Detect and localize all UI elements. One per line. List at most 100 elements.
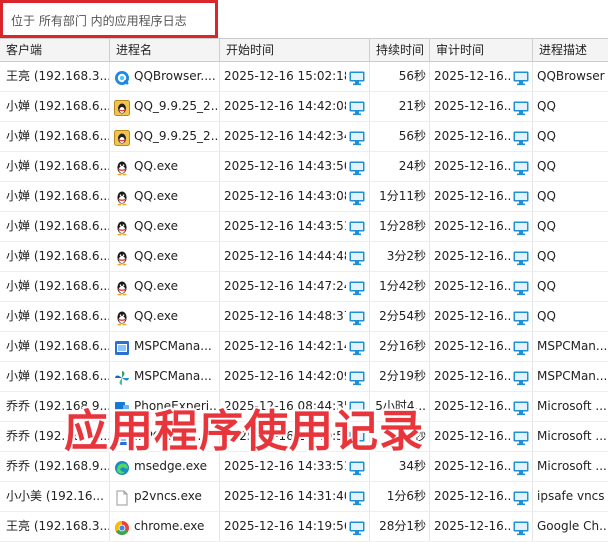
screen-monitor-icon[interactable]	[513, 188, 529, 206]
process-name: QQ.exe	[134, 309, 178, 323]
screen-monitor-icon[interactable]	[513, 368, 529, 386]
screen-monitor-icon[interactable]	[349, 98, 365, 116]
table-row[interactable]: 小婵 (192.168.6... QQ.exe 2025-12-16 14:44:4…	[0, 242, 608, 272]
screen-monitor-icon[interactable]	[513, 428, 529, 446]
audit-time: 2025-12-16...	[434, 69, 512, 83]
cell-process-desc: Microsoft ...	[537, 399, 607, 413]
process-name: QQ_9.9.25_2...	[134, 129, 220, 143]
screen-monitor-icon[interactable]	[513, 488, 529, 506]
cell-audit-time: 2025-12-16...	[430, 62, 533, 91]
client-name: 小婵 (192.168.6...	[6, 369, 110, 383]
cell-duration: 1分42秒	[370, 272, 430, 301]
process-name: QQBrowser....	[134, 69, 216, 83]
audit-time: 2025-12-16...	[434, 219, 512, 233]
screen-monitor-icon[interactable]	[513, 278, 529, 296]
screen-monitor-icon[interactable]	[349, 308, 365, 326]
cell-process-desc: QQ	[537, 279, 556, 293]
cell-client: 王亮 (192.168.3...	[0, 62, 110, 91]
client-name: 小婵 (192.168.6...	[6, 339, 110, 353]
table-row[interactable]: 小婵 (192.168.6... MSPCMana... 2025-12-16 14…	[0, 362, 608, 392]
table-row[interactable]: 王亮 (192.168.3... chrome.exe 2025-12-16 14:…	[0, 512, 608, 542]
start-time: 2025-12-16 14:42:14	[224, 339, 346, 353]
screen-monitor-icon[interactable]	[513, 248, 529, 266]
cell-audit-time: 2025-12-16...	[430, 482, 533, 511]
cell-process: chrome.exe	[110, 512, 220, 541]
client-name: 小婵 (192.168.6...	[6, 309, 110, 323]
table-row[interactable]: 小婵 (192.168.6... QQ_9.9.25_2... 2025-12-16…	[0, 122, 608, 152]
screen-monitor-icon[interactable]	[349, 128, 365, 146]
column-start-time[interactable]: 开始时间	[220, 39, 370, 61]
cell-duration: 1分28秒	[370, 212, 430, 241]
screen-monitor-icon[interactable]	[513, 68, 529, 86]
table-header: 客户端 进程名 开始时间 持续时间 审计时间 进程描述	[0, 38, 608, 62]
screen-monitor-icon[interactable]	[513, 398, 529, 416]
qq-installer-icon	[114, 98, 130, 116]
qq-penguin-icon	[114, 188, 130, 205]
column-duration[interactable]: 持续时间	[370, 39, 430, 61]
cell-audit-time: 2025-12-16...	[430, 212, 533, 241]
column-process[interactable]: 进程名	[110, 39, 220, 61]
start-time: 2025-12-16 14:43:50	[224, 159, 346, 173]
cell-client: 王亮 (192.168.3...	[0, 512, 110, 541]
cell-process: QQBrowser....	[110, 62, 220, 91]
cell-process-desc: QQ	[537, 189, 556, 203]
screen-monitor-icon[interactable]	[513, 218, 529, 236]
audit-time: 2025-12-16...	[434, 369, 512, 383]
column-client[interactable]: 客户端	[0, 39, 110, 61]
cell-audit-time: 2025-12-16...	[430, 392, 533, 421]
cell-duration: 56秒	[370, 122, 430, 151]
cell-process-desc: QQ	[537, 249, 556, 263]
column-audit-time[interactable]: 审计时间	[430, 39, 533, 61]
table-row[interactable]: 小婵 (192.168.6... QQ_9.9.25_2... 2025-12-16…	[0, 92, 608, 122]
cell-client: 小婵 (192.168.6...	[0, 242, 110, 271]
screen-monitor-icon[interactable]	[349, 458, 365, 476]
qq-penguin-icon	[114, 308, 130, 325]
overlay-caption: 应用程序使用记录	[64, 406, 424, 457]
cell-process: QQ.exe	[110, 272, 220, 301]
screen-monitor-icon[interactable]	[513, 338, 529, 356]
process-name: QQ_9.9.25_2...	[134, 99, 220, 113]
client-name: 小婵 (192.168.6...	[6, 219, 110, 233]
screen-monitor-icon[interactable]	[513, 158, 529, 176]
screen-monitor-icon[interactable]	[349, 338, 365, 356]
screen-monitor-icon[interactable]	[349, 188, 365, 206]
screen-monitor-icon[interactable]	[513, 98, 529, 116]
table-row[interactable]: 王亮 (192.168.3... QQBrowser.... 2025-12-16 …	[0, 62, 608, 92]
cell-audit-time: 2025-12-16...	[430, 362, 533, 391]
process-name: MSPCMana...	[134, 339, 212, 353]
screen-monitor-icon[interactable]	[513, 518, 529, 536]
audit-time: 2025-12-16...	[434, 129, 512, 143]
client-name: 小婵 (192.168.6...	[6, 159, 110, 173]
screen-monitor-icon[interactable]	[349, 518, 365, 536]
client-name: 王亮 (192.168.3...	[6, 519, 110, 533]
process-name: MSPCMana...	[134, 369, 212, 383]
screen-monitor-icon[interactable]	[349, 218, 365, 236]
screen-monitor-icon[interactable]	[349, 278, 365, 296]
screen-monitor-icon[interactable]	[513, 128, 529, 146]
screen-monitor-icon[interactable]	[349, 68, 365, 86]
table-row[interactable]: 小婵 (192.168.6... QQ.exe 2025-12-16 14:43:5…	[0, 212, 608, 242]
cell-process: MSPCMana...	[110, 332, 220, 361]
cell-audit-time: 2025-12-16...	[430, 422, 533, 451]
table-row[interactable]: 小婵 (192.168.6... QQ.exe 2025-12-16 14:48:3…	[0, 302, 608, 332]
screen-monitor-icon[interactable]	[349, 248, 365, 266]
table-row[interactable]: 小婵 (192.168.6... QQ.exe 2025-12-16 14:43:5…	[0, 152, 608, 182]
table-row[interactable]: 小婵 (192.168.6... QQ.exe 2025-12-16 14:47:2…	[0, 272, 608, 302]
cell-process: QQ_9.9.25_2...	[110, 122, 220, 151]
screen-monitor-icon[interactable]	[513, 458, 529, 476]
column-process-desc[interactable]: 进程描述	[533, 39, 608, 61]
cell-process-desc: QQ	[537, 159, 556, 173]
cell-process-desc: Microsoft ...	[537, 459, 607, 473]
table-row[interactable]: 小婵 (192.168.6... QQ.exe 2025-12-16 14:43:0…	[0, 182, 608, 212]
table-row[interactable]: 小婵 (192.168.6... MSPCMana... 2025-12-16 14…	[0, 332, 608, 362]
cell-process-desc: ipsafe vncs	[537, 489, 605, 503]
cell-process-desc: MSPCMan...	[537, 369, 608, 383]
screen-monitor-icon[interactable]	[349, 158, 365, 176]
process-name: QQ.exe	[134, 189, 178, 203]
start-time: 2025-12-16 14:42:08	[224, 99, 346, 113]
qq-penguin-icon	[114, 248, 130, 265]
screen-monitor-icon[interactable]	[513, 308, 529, 326]
table-row[interactable]: 小小美 (192.16... p2vncs.exe 2025-12-16 14:31…	[0, 482, 608, 512]
screen-monitor-icon[interactable]	[349, 368, 365, 386]
screen-monitor-icon[interactable]	[349, 488, 365, 506]
